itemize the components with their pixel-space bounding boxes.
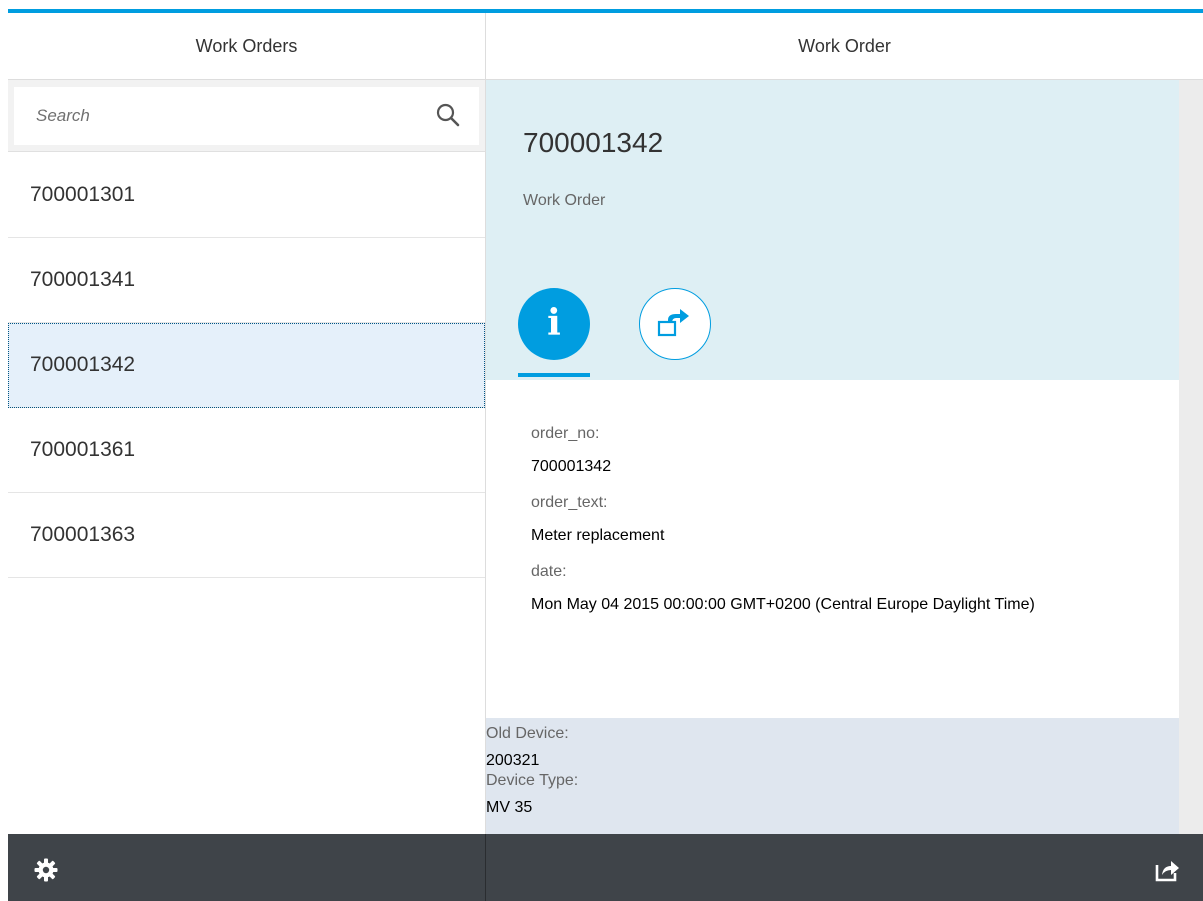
device-section: Old Device: 200321 Device Type: MV 35 <box>486 718 1179 834</box>
split-app: Work Orders 700001301 700001341 70000134… <box>8 13 1203 901</box>
field-label: order_text: <box>531 494 608 511</box>
list-item-label: 700001341 <box>30 268 136 291</box>
field-date: date: Mon May 04 2015 00:00:00 GMT+0200 … <box>531 563 1179 614</box>
list-item[interactable]: 700001361 <box>8 408 485 493</box>
info-form: order_no: 700001342 order_text: Meter re… <box>486 380 1179 718</box>
tab-export[interactable] <box>639 288 711 360</box>
field-label: order_no: <box>531 425 600 442</box>
gear-icon[interactable] <box>34 858 58 882</box>
list-item-label: 700001363 <box>30 523 136 546</box>
scrollbar[interactable] <box>1179 80 1203 834</box>
list-item-label: 700001342 <box>30 353 136 376</box>
field-value: Mon May 04 2015 00:00:00 GMT+0200 (Centr… <box>531 596 1035 613</box>
list-item[interactable]: 700001363 <box>8 493 485 578</box>
work-order-list: 700001301 700001341 700001342 700001361 … <box>8 153 485 578</box>
list-item-label: 700001361 <box>30 438 136 461</box>
list-item-label: 700001301 <box>30 183 136 206</box>
field-order-no: order_no: 700001342 <box>531 425 1179 476</box>
search-icon[interactable] <box>435 102 461 128</box>
list-item[interactable]: 700001341 <box>8 238 485 323</box>
master-title: Work Orders <box>195 35 298 56</box>
field-value: Meter replacement <box>531 527 665 544</box>
object-header: 700001342 Work Order i <box>486 80 1179 380</box>
list-item[interactable]: 700001301 <box>8 153 485 238</box>
search-input[interactable] <box>14 87 414 145</box>
export-icon <box>657 309 689 337</box>
tab-selection-indicator <box>518 373 590 377</box>
old-device-value: 200321 <box>486 752 540 769</box>
search-box <box>14 87 479 145</box>
share-icon[interactable] <box>1155 856 1181 882</box>
detail-pane: Work Order 700001342 Work Order i order_… <box>486 13 1203 901</box>
field-order-text: order_text: Meter replacement <box>531 494 1179 545</box>
search-bar <box>8 80 485 152</box>
tab-info[interactable]: i <box>518 288 590 360</box>
master-footer <box>8 834 486 901</box>
list-item-selected[interactable]: 700001342 <box>8 323 485 408</box>
field-label: date: <box>531 563 567 580</box>
old-device-label: Old Device: <box>486 725 569 742</box>
object-title: 700001342 <box>523 127 664 158</box>
detail-header: Work Order <box>486 13 1203 80</box>
master-header: Work Orders <box>8 13 485 80</box>
device-type-value: MV 35 <box>486 799 533 816</box>
info-icon: i <box>547 302 561 344</box>
field-value: 700001342 <box>531 458 612 475</box>
detail-footer <box>486 834 1203 901</box>
device-type-label: Device Type: <box>486 772 579 789</box>
detail-title: Work Order <box>798 35 891 56</box>
object-subtitle: Work Order <box>523 192 606 209</box>
master-pane: Work Orders 700001301 700001341 70000134… <box>8 13 486 901</box>
